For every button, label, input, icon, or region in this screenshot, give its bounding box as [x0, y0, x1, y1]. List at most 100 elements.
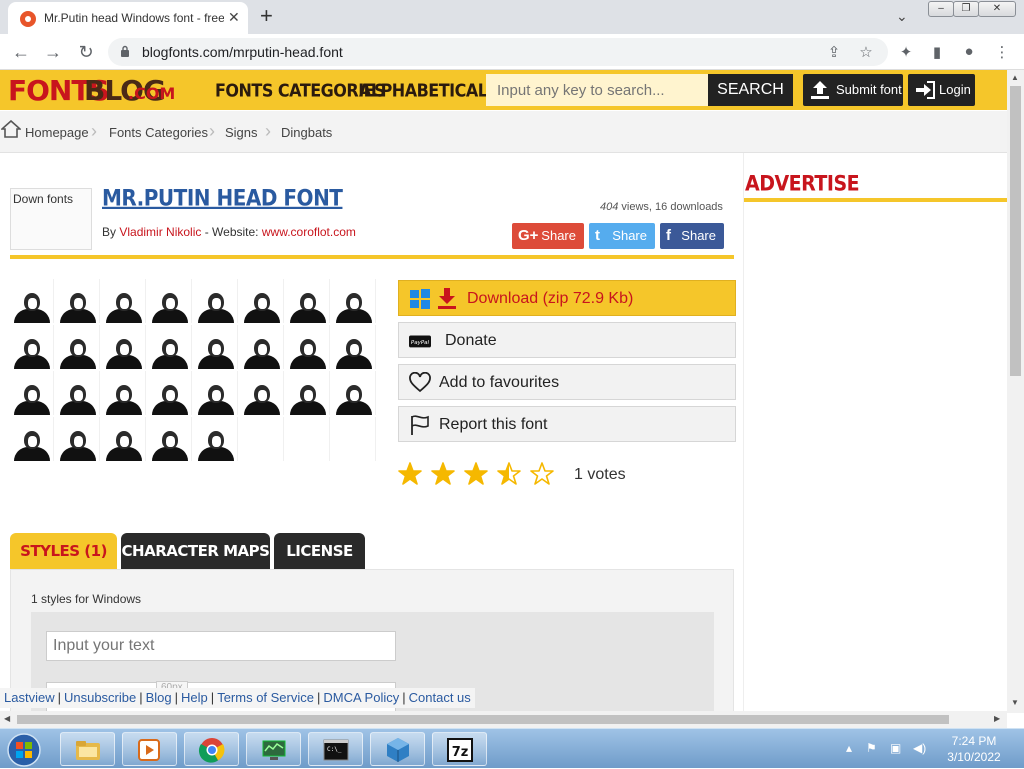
- clock-time: 7:24 PM: [951, 734, 997, 748]
- side-panel-icon[interactable]: ▮: [927, 43, 947, 61]
- share-page-icon[interactable]: ⇪: [824, 43, 844, 61]
- author-link[interactable]: Vladimir Nikolic: [119, 225, 201, 239]
- rating-star-icon[interactable]: [431, 462, 455, 486]
- glyph-cell: [56, 279, 100, 323]
- font-thumbnail: Down fonts: [10, 188, 92, 250]
- extensions-puzzle-icon[interactable]: ✦: [896, 43, 916, 61]
- breadcrumb-fonts-categories[interactable]: Fonts Categories: [109, 125, 208, 140]
- back-arrow-icon[interactable]: ←: [10, 41, 32, 63]
- google-plus-icon: G+: [518, 227, 539, 244]
- twitter-share-button[interactable]: t Share: [589, 223, 655, 249]
- tab-search-chevron-icon[interactable]: ⌄: [896, 8, 908, 25]
- footer-link-blog[interactable]: Blog: [146, 690, 172, 705]
- glyph-cell: [332, 417, 376, 461]
- vertical-scroll-thumb[interactable]: [1010, 86, 1021, 376]
- google-plus-share-button[interactable]: G+ Share: [512, 223, 584, 249]
- reload-icon[interactable]: ↻: [75, 41, 97, 63]
- glyph-cell: [148, 417, 192, 461]
- tab-styles[interactable]: STYLES (1): [10, 533, 117, 569]
- glyph-cell: [194, 279, 238, 323]
- tab-character-maps[interactable]: CHARACTER MAPS: [121, 533, 270, 569]
- 7zip-icon: 7z: [447, 738, 473, 762]
- site-logo[interactable]: FONTS BLOG .COM: [0, 70, 200, 110]
- glyph-cell: [286, 417, 330, 461]
- scroll-up-icon[interactable]: ▲: [1011, 73, 1019, 82]
- action-center-flag-icon[interactable]: ⚑: [866, 741, 877, 755]
- glyph-cell: [102, 279, 146, 323]
- address-bar[interactable]: blogfonts.com/mrputin-head.font: [108, 38, 888, 66]
- footer-link-unsubscribe[interactable]: Unsubscribe: [64, 690, 136, 705]
- browser-tab[interactable]: Mr.Putin head Windows font - free for Pe…: [8, 2, 248, 34]
- glyph-cell: [194, 325, 238, 369]
- facebook-share-button[interactable]: f Share: [660, 223, 724, 249]
- footer-link-lastview[interactable]: Lastview: [4, 690, 55, 705]
- taskbar-chrome[interactable]: [184, 732, 239, 766]
- forward-arrow-icon[interactable]: →: [42, 41, 64, 63]
- taskbar-virtualbox[interactable]: [370, 732, 425, 766]
- tab-close-icon[interactable]: ✕: [228, 9, 240, 26]
- rating-star-icon[interactable]: [398, 462, 422, 486]
- submit-font-button[interactable]: Submit font: [803, 74, 903, 106]
- network-monitor-icon: [262, 740, 286, 760]
- folder-icon: [76, 741, 100, 760]
- taskbar-network-tool[interactable]: [246, 732, 301, 766]
- restore-button[interactable]: ❐: [953, 1, 979, 17]
- glyph-cell: [10, 279, 54, 323]
- profile-avatar-icon[interactable]: ●: [959, 43, 979, 60]
- advertise-heading: ADVERTISE: [745, 171, 860, 197]
- windows-taskbar: C:\_ 7z ▴ ⚑ ▣ ◀) 7:24 PM 3/10/2022: [0, 728, 1024, 768]
- start-orb-icon[interactable]: [4, 731, 44, 769]
- rating-star-icon[interactable]: [497, 462, 521, 486]
- breadcrumb-dingbats[interactable]: Dingbats: [281, 125, 332, 140]
- scroll-left-icon[interactable]: ◀: [4, 714, 10, 723]
- network-status-icon[interactable]: ▣: [890, 741, 901, 755]
- scroll-down-icon[interactable]: ▼: [1011, 698, 1019, 707]
- breadcrumb-signs[interactable]: Signs: [225, 125, 258, 140]
- add-to-favourites-button[interactable]: Add to favourites: [398, 364, 736, 400]
- browser-menu-icon[interactable]: ⋮: [992, 43, 1012, 61]
- site-search-input[interactable]: [486, 74, 708, 106]
- footer-link-contact[interactable]: Contact us: [409, 690, 471, 705]
- report-font-button[interactable]: Report this font: [398, 406, 736, 442]
- close-window-button[interactable]: ✕: [978, 1, 1016, 17]
- horizontal-scrollbar[interactable]: ◀ ▶: [0, 711, 1007, 728]
- breadcrumb-homepage[interactable]: Homepage: [25, 125, 89, 140]
- donate-button[interactable]: PayPal Donate: [398, 322, 736, 358]
- taskbar-file-explorer[interactable]: [60, 732, 115, 766]
- vertical-scrollbar[interactable]: ▲ ▼: [1007, 70, 1024, 713]
- horizontal-scroll-thumb[interactable]: [17, 715, 949, 724]
- taskbar-media-player[interactable]: [122, 732, 177, 766]
- volume-icon[interactable]: ◀): [913, 741, 926, 755]
- scroll-right-icon[interactable]: ▶: [994, 714, 1000, 723]
- bookmark-star-icon[interactable]: ☆: [856, 43, 876, 61]
- font-title[interactable]: MR.PUTIN HEAD FONT: [102, 185, 343, 211]
- show-hidden-icons-icon[interactable]: ▴: [846, 741, 852, 755]
- footer-link-dmca[interactable]: DMCA Policy: [323, 690, 399, 705]
- download-button[interactable]: Download (zip 72.9 Kb): [398, 280, 736, 316]
- preview-text-input[interactable]: [46, 631, 396, 661]
- footer-link-terms[interactable]: Terms of Service: [217, 690, 314, 705]
- paypal-icon: PayPal: [409, 335, 431, 348]
- home-icon[interactable]: [1, 120, 21, 138]
- tab-title: Mr.Putin head Windows font - free for Pe…: [44, 11, 224, 25]
- login-button[interactable]: Login: [908, 74, 975, 106]
- tab-license[interactable]: LICENSE: [274, 533, 365, 569]
- search-button[interactable]: SEARCH: [708, 74, 793, 106]
- website-link[interactable]: www.coroflot.com: [262, 225, 356, 239]
- new-tab-button[interactable]: +: [260, 4, 273, 28]
- footer-link-help[interactable]: Help: [181, 690, 208, 705]
- rating-star-icon[interactable]: [464, 462, 488, 486]
- glyph-cell: [148, 325, 192, 369]
- browser-tab-strip: Mr.Putin head Windows font - free for Pe…: [0, 0, 1024, 34]
- lock-icon: [121, 45, 129, 57]
- minimize-button[interactable]: –: [928, 1, 954, 17]
- rating-star-icon[interactable]: [530, 462, 554, 486]
- upload-icon: [811, 81, 829, 99]
- glyph-cell: [10, 371, 54, 415]
- nav-alphabetically[interactable]: ALPHABETICALLY: [359, 80, 506, 101]
- taskbar-command-prompt[interactable]: C:\_: [308, 732, 363, 766]
- system-clock[interactable]: 7:24 PM 3/10/2022: [934, 733, 1014, 765]
- glyph-cell: [102, 371, 146, 415]
- taskbar-7zip[interactable]: 7z: [432, 732, 487, 766]
- terminal-icon: C:\_: [323, 739, 349, 761]
